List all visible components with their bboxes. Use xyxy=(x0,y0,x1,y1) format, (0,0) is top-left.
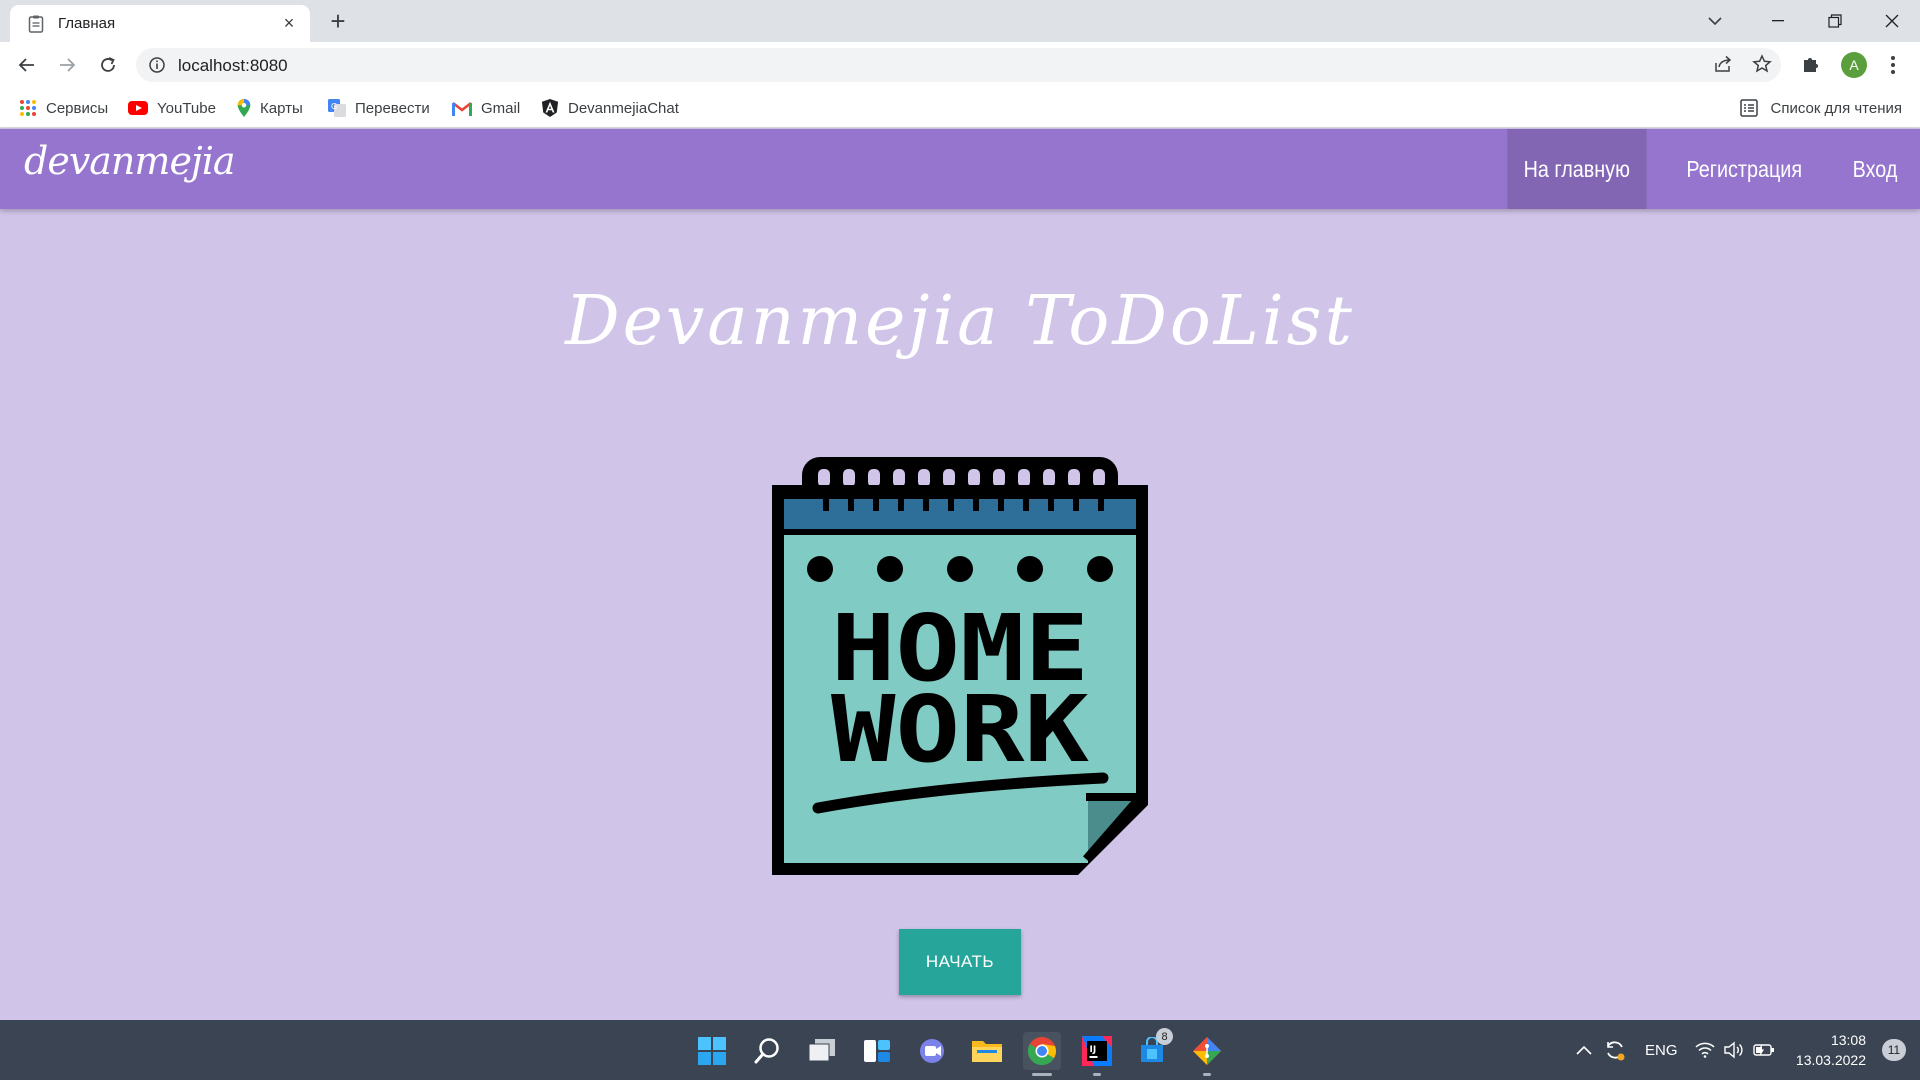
chrome-icon[interactable] xyxy=(1023,1032,1061,1070)
battery-icon[interactable] xyxy=(1753,1020,1775,1080)
clock-time: 13:08 xyxy=(1830,1032,1866,1048)
bookmark-label: Карты xyxy=(260,99,303,117)
wifi-icon[interactable] xyxy=(1695,1020,1715,1080)
language-indicator[interactable]: ENG xyxy=(1645,1020,1678,1080)
svg-text:G: G xyxy=(331,102,337,111)
tab-search-icon[interactable] xyxy=(1700,8,1730,34)
reading-list-label: Список для чтения xyxy=(1770,99,1902,117)
minimize-icon[interactable] xyxy=(1749,0,1806,42)
bookmark-gmail[interactable]: Gmail xyxy=(452,97,520,119)
forward-arrow-icon[interactable] xyxy=(52,50,82,80)
close-window-icon[interactable] xyxy=(1863,0,1920,42)
youtube-icon xyxy=(128,101,148,115)
profile-avatar[interactable]: A xyxy=(1841,52,1867,78)
maps-pin-icon xyxy=(237,99,251,117)
new-tab-button[interactable]: + xyxy=(324,8,352,36)
nav-home[interactable]: На главную xyxy=(1507,129,1647,209)
bookmark-label: DevanmejiaChat xyxy=(568,99,679,117)
tab-title: Главная xyxy=(58,15,116,32)
start-icon[interactable] xyxy=(693,1032,731,1070)
page-title: Devanmejia ToDoList xyxy=(565,282,1355,361)
notification-badge[interactable]: 11 xyxy=(1882,1039,1906,1061)
git-icon[interactable] xyxy=(1188,1032,1226,1070)
bookmark-label: Сервисы xyxy=(46,99,109,117)
search-icon[interactable] xyxy=(748,1032,786,1070)
widgets-icon[interactable] xyxy=(858,1032,896,1070)
volume-icon[interactable] xyxy=(1724,1020,1744,1080)
file-explorer-icon[interactable] xyxy=(968,1032,1006,1070)
bookmark-youtube[interactable]: YouTube xyxy=(128,97,216,119)
extensions-puzzle-icon[interactable] xyxy=(1797,50,1825,78)
git-running-indicator xyxy=(1203,1073,1211,1076)
restore-icon[interactable] xyxy=(1806,0,1863,42)
nav-login[interactable]: Вход xyxy=(1836,129,1913,209)
browser-tab[interactable]: Главная × xyxy=(10,5,310,42)
translate-icon: G xyxy=(328,99,346,117)
reading-list-button[interactable]: Список для чтения xyxy=(1740,97,1902,119)
show-hidden-icons-icon[interactable] xyxy=(1576,1020,1592,1080)
bookmark-devanmejiachat[interactable]: DevanmejiaChat xyxy=(541,97,679,119)
store-badge: 8 xyxy=(1156,1028,1173,1045)
sync-icon[interactable] xyxy=(1604,1020,1626,1080)
windows-taskbar: IJ 8 ENG 13:08 13.03.2022 11 xyxy=(0,1020,1920,1080)
bookmark-translate[interactable]: G Перевести xyxy=(328,97,430,119)
illustration-word-work: WORK xyxy=(831,676,1090,783)
angular-icon xyxy=(541,99,559,117)
site-info-icon[interactable] xyxy=(148,56,166,74)
homework-notebook-illustration: HOME WORK xyxy=(772,457,1148,875)
url-text[interactable]: localhost:8080 xyxy=(178,56,288,76)
svg-text:IJ: IJ xyxy=(1090,1045,1097,1055)
chat-icon[interactable] xyxy=(913,1032,951,1070)
reload-icon[interactable] xyxy=(93,50,123,80)
brand-logo[interactable]: devanmejia xyxy=(24,139,236,183)
tab-close-icon[interactable]: × xyxy=(278,13,300,34)
browser-toolbar: localhost:8080 xyxy=(0,42,1920,88)
intellij-running-indicator xyxy=(1093,1073,1101,1076)
bookmark-label: YouTube xyxy=(157,99,216,117)
system-clock[interactable]: 13:08 13.03.2022 xyxy=(1796,1030,1866,1070)
chrome-active-indicator xyxy=(1032,1073,1052,1076)
bookmark-label: Gmail xyxy=(481,99,521,117)
gmail-icon xyxy=(452,101,472,116)
clipboard-icon xyxy=(28,15,44,33)
tab-strip: Главная × + xyxy=(0,0,1920,42)
reading-list-icon xyxy=(1740,99,1759,117)
bookmarks-bar: Сервисы YouTube Карты G Перевести Gmail xyxy=(0,88,1920,128)
apps-grid-icon xyxy=(20,100,36,116)
bookmark-services[interactable]: Сервисы xyxy=(19,97,108,119)
chrome-menu-icon[interactable] xyxy=(1880,52,1906,78)
nav-register[interactable]: Регистрация xyxy=(1670,129,1818,209)
start-button[interactable]: НАЧАТЬ xyxy=(899,929,1021,995)
site-navbar: devanmejia На главную Регистрация Вход xyxy=(0,129,1920,209)
bookmark-maps[interactable]: Карты xyxy=(237,97,303,119)
back-arrow-icon[interactable] xyxy=(12,50,42,80)
share-icon[interactable] xyxy=(1709,50,1737,78)
nav-links: На главную Регистрация Вход xyxy=(1496,129,1920,209)
address-bar[interactable]: localhost:8080 xyxy=(136,48,1781,82)
bookmark-star-icon[interactable] xyxy=(1748,50,1776,78)
bookmark-label: Перевести xyxy=(355,99,430,117)
task-view-icon[interactable] xyxy=(803,1032,841,1070)
clock-date: 13.03.2022 xyxy=(1795,1052,1866,1068)
intellij-icon[interactable]: IJ xyxy=(1078,1032,1116,1070)
